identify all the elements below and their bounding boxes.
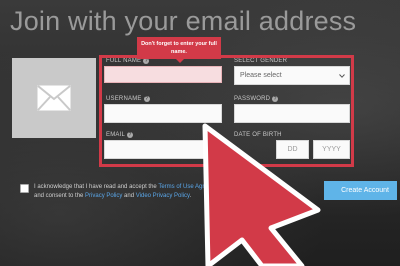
acknowledge-checkbox[interactable] bbox=[20, 184, 29, 193]
acknowledge-text: I acknowledge that I have read and accep… bbox=[34, 184, 225, 199]
error-tooltip: Don't forget to enter your full name. bbox=[137, 37, 221, 59]
envelope-icon bbox=[37, 85, 71, 111]
page-title: Join with your email address bbox=[10, 6, 357, 36]
form-highlight-box bbox=[99, 55, 354, 167]
privacy-policy-link[interactable]: Privacy Policy bbox=[85, 193, 122, 199]
video-privacy-policy-link[interactable]: Video Privacy Policy bbox=[136, 193, 190, 199]
terms-link[interactable]: Terms of Use Agreement bbox=[158, 184, 224, 190]
avatar-placeholder bbox=[12, 58, 96, 138]
create-account-button[interactable]: Create Account bbox=[324, 181, 397, 200]
tooltip-arrow bbox=[176, 59, 184, 63]
